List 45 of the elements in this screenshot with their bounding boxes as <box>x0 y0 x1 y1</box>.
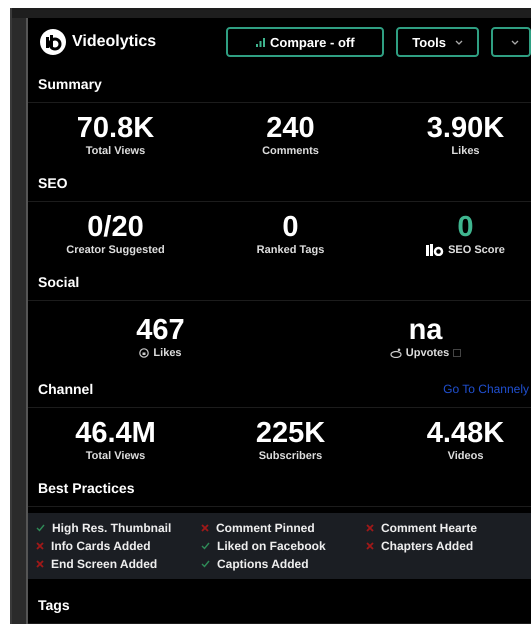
practice-label: Comment Hearte <box>381 521 478 535</box>
stat-label: Creator Suggested <box>66 244 165 256</box>
practice-label: Comment Pinned <box>216 521 315 535</box>
stat-value: 46.4M <box>74 416 157 448</box>
practice-label: Info Cards Added <box>51 539 151 553</box>
section-title: Summary <box>38 76 102 92</box>
stat-value: 240 <box>265 112 316 144</box>
section-title: Tags <box>38 597 70 613</box>
stat-value: 4.48K <box>426 416 506 448</box>
practice-label: Captions Added <box>217 557 309 571</box>
stat-value: 0 <box>456 210 475 242</box>
practice-label: High Res. Thumbnail <box>52 521 172 535</box>
stat-value: 225K <box>254 416 326 448</box>
stat-label: Ranked Tags <box>256 244 324 256</box>
stat-value: 3.90K <box>426 112 506 144</box>
stat-label: Likes <box>153 346 182 358</box>
stat-label: Total Views <box>86 144 146 156</box>
logo-icon <box>426 244 444 256</box>
section-title: SEO <box>38 175 68 191</box>
stat-label: Total Views <box>86 450 146 462</box>
app-name: Videolytics <box>72 33 156 51</box>
practice-label: Chapters Added <box>381 539 474 553</box>
compare-button[interactable]: Compare - off <box>226 27 384 57</box>
stat-label: Subscribers <box>258 450 322 462</box>
stat-label: Upvotes <box>406 346 450 358</box>
practice-label: Liked on Facebook <box>217 539 326 553</box>
stat-value: 70.8K <box>76 112 156 144</box>
stat-label: Videos <box>448 450 484 462</box>
caret-icon <box>455 40 463 44</box>
section-title: Social <box>38 274 80 290</box>
section-title: Channel <box>38 381 94 397</box>
stat-value: 467 <box>135 314 186 346</box>
section-title: Best Practices <box>38 480 135 496</box>
logo-icon <box>40 29 66 55</box>
stat-value: 0/20 <box>86 210 145 242</box>
stat-value: 0 <box>281 210 300 242</box>
menu-button[interactable]: Tools <box>396 27 479 57</box>
bar-chart-icon <box>256 38 266 46</box>
caret-icon <box>511 40 519 44</box>
stat-label: SEO Score <box>448 244 505 256</box>
practice-label: End Screen Added <box>51 557 158 571</box>
stat-label: Likes <box>451 144 480 156</box>
stat-value: na <box>408 314 444 346</box>
stat-label: Comments <box>262 144 319 156</box>
menu-button[interactable] <box>491 27 531 57</box>
